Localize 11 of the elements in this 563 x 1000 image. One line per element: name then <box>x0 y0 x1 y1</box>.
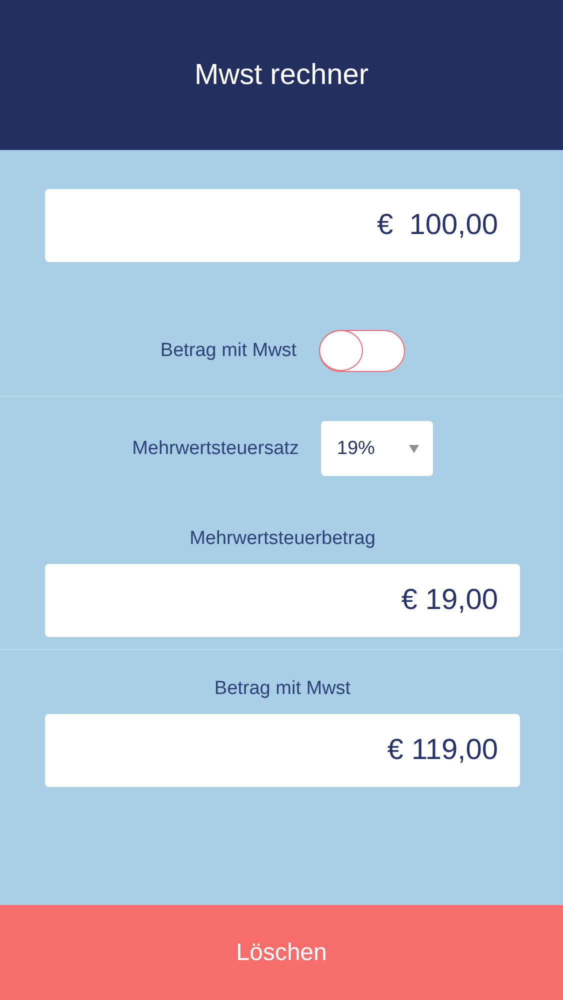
result-label: Betrag mit Mwst <box>213 678 352 700</box>
rate-label: Mehrwertsteuersatz <box>132 438 299 460</box>
rate-dropdown[interactable]: 19% <box>320 421 433 476</box>
toggle-label: Betrag mit Mwst <box>160 340 297 362</box>
toggle-switch[interactable] <box>318 330 405 372</box>
app-title: Mwst rechner <box>194 58 369 92</box>
result-field: € 119,00 <box>45 714 520 787</box>
amount-input-field[interactable]: € 100,00 <box>45 189 520 262</box>
caret-icon <box>408 444 419 452</box>
result-label: Mehrwertsteuerbetrag <box>188 528 376 550</box>
result-field: € 19,00 <box>45 564 520 637</box>
